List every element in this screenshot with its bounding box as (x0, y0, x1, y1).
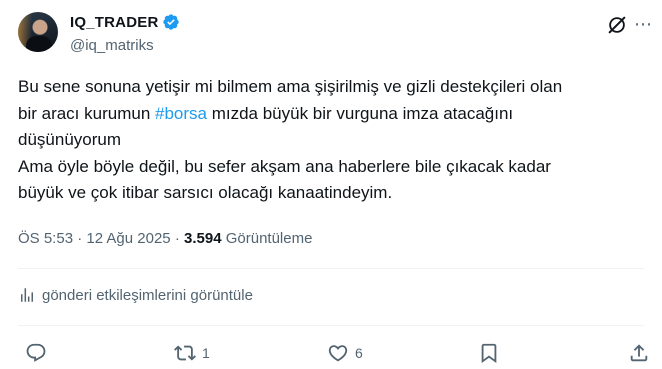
repost-count: 1 (202, 345, 210, 361)
repost-button[interactable]: 1 (174, 342, 210, 364)
divider (18, 268, 644, 269)
repost-icon (174, 345, 196, 361)
hashtag-link[interactable]: #borsa (155, 104, 207, 123)
view-engagements-label: gönderi etkileşimlerini görüntüle (42, 286, 253, 304)
post-time[interactable]: ÖS 5:53 (18, 230, 73, 247)
post-text-segment: büyük ve çok itibar sarsıcı olacağı kana… (18, 183, 393, 202)
post-text-segment: Bu sene sonuna yetişir mi bilmem ama şiş… (18, 77, 563, 96)
post-text-segment: mızda büyük bir vurguna imza atacağını (206, 103, 514, 123)
post-line: büyük ve çok itibar sarsıcı olacağı kana… (18, 180, 650, 207)
post-line: düşünüyorum (18, 127, 650, 154)
post-line: Bu sene sonuna yetişir mi bilmem ama şiş… (18, 74, 650, 101)
post-meta: ÖS 5:53 · 12 Ağu 2025 · 3.594 Görüntülem… (18, 230, 312, 247)
post-text-segment: düşünüyorum (18, 130, 122, 149)
more-icon[interactable]: ⋯ (634, 14, 653, 35)
post-text-segment: bir aracı kurumun (18, 103, 155, 123)
view-engagements-link[interactable]: gönderi etkileşimlerini görüntüle (18, 286, 253, 304)
grok-icon[interactable] (606, 14, 628, 36)
share-icon (630, 344, 648, 362)
like-count: 6 (355, 345, 363, 361)
author-display-name[interactable]: IQ_TRADER (70, 14, 158, 31)
avatar-figure (26, 36, 52, 52)
like-icon (328, 345, 348, 362)
post-date[interactable]: 12 Ağu 2025 (86, 230, 170, 247)
views-label: Görüntüleme (225, 230, 313, 247)
divider (18, 325, 644, 326)
bookmark-icon (481, 343, 497, 364)
verified-badge-icon (163, 14, 180, 30)
meta-separator: · (73, 230, 87, 247)
author-name-row[interactable]: IQ_TRADER (70, 13, 180, 31)
like-button[interactable]: 6 (327, 342, 363, 364)
post-text-segment: Ama öyle böyle değil, bu sefer akşam ana… (18, 156, 551, 176)
views-count: 3.594 (184, 230, 222, 247)
reply-icon (26, 343, 46, 362)
share-button[interactable] (628, 342, 650, 364)
meta-separator: · (170, 230, 184, 247)
action-bar: 1 6 (0, 342, 662, 366)
author-handle[interactable]: @iq_matriks (70, 37, 154, 54)
bookmark-button[interactable] (478, 342, 500, 364)
post-text: Bu sene sonuna yetişir mi bilmem ama şiş… (18, 74, 650, 207)
avatar[interactable] (18, 12, 58, 52)
analytics-icon (21, 288, 33, 302)
post-line: Ama öyle böyle değil, bu sefer akşam ana… (18, 154, 650, 181)
reply-button[interactable] (25, 342, 53, 364)
post-line: bir aracı kurumun #borsa mızda büyük bir… (18, 101, 650, 128)
